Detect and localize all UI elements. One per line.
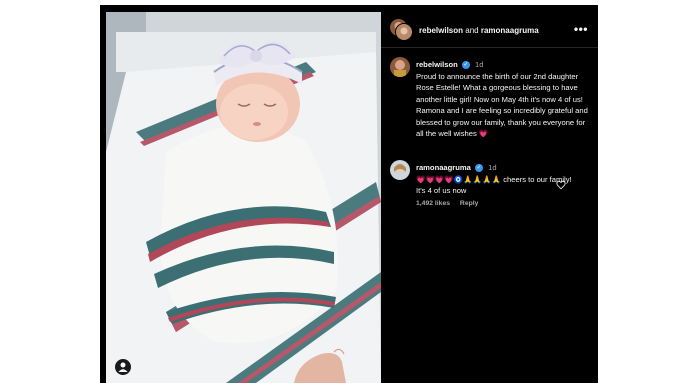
header-usernames: rebelwilson and ramonaagruma bbox=[419, 26, 539, 35]
verified-badge-icon: ✓ bbox=[461, 61, 470, 69]
post-photo[interactable] bbox=[106, 12, 381, 383]
caption-time[interactable]: 1d bbox=[475, 60, 483, 69]
header-user2-link[interactable]: ramonaagruma bbox=[481, 26, 539, 35]
comment-emojis: 💗💗💗💗🧿🙏🙏🙏🙏 bbox=[416, 174, 502, 184]
caption-text: Proud to announce the birth of our 2nd d… bbox=[416, 71, 588, 139]
comment-meta: 1,492 likes Reply bbox=[416, 200, 478, 207]
caption-username[interactable]: rebelwilson bbox=[416, 60, 458, 69]
reply-button[interactable]: Reply bbox=[460, 200, 479, 207]
caption: rebelwilson ✓ 1d Proud to announce the b… bbox=[416, 59, 588, 140]
person-tag-icon[interactable] bbox=[115, 359, 131, 375]
instagram-post: rebelwilson and ramonaagruma ••• rebelwi… bbox=[100, 5, 598, 383]
caption-avatar[interactable] bbox=[390, 57, 410, 77]
more-horizontal-icon[interactable]: ••• bbox=[574, 22, 588, 36]
avatar-ramonaagruma[interactable] bbox=[395, 23, 413, 41]
comment-likes[interactable]: 1,492 likes bbox=[416, 200, 450, 207]
comment-time[interactable]: 1d bbox=[488, 163, 496, 172]
comment-username[interactable]: ramonaagruma bbox=[416, 163, 471, 172]
post-side-panel: rebelwilson and ramonaagruma ••• rebelwi… bbox=[381, 5, 598, 383]
header-user1-link[interactable]: rebelwilson bbox=[419, 26, 463, 35]
newborn-photo-illustration bbox=[106, 12, 381, 383]
comment-avatar[interactable] bbox=[390, 160, 410, 180]
pink-heart-emoji: 💗 bbox=[478, 129, 489, 138]
post-header: rebelwilson and ramonaagruma ••• bbox=[381, 17, 598, 48]
heart-outline-icon[interactable] bbox=[556, 177, 566, 190]
verified-badge-icon: ✓ bbox=[475, 164, 483, 172]
header-and-text: and bbox=[465, 26, 479, 35]
